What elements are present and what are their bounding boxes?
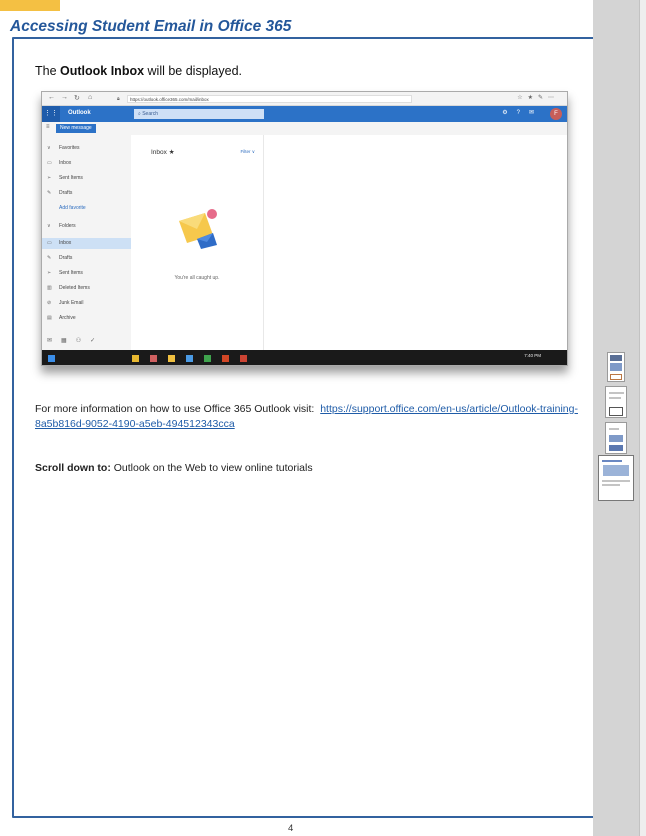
reading-pane [264,135,567,350]
windows-taskbar: 7:40 PM [42,350,567,365]
outlook-screenshot: ← → ↻ ⌂ 🔒︎ https://outlook.office365.com… [41,91,568,366]
scroll-instruction: Scroll down to: Outlook on the Web to vi… [35,462,313,474]
sidebar-add-favorite: Add favorite [59,205,86,211]
page-header: Accessing Student Email in Office 365 [10,18,292,35]
page-thumbnail-2[interactable] [605,386,627,418]
sidebar-folder-deleted: ▥ Deleted Items [42,283,131,294]
sidebar-folder-archive: ▤ Archive [42,313,131,324]
taskbar-app-icon [150,355,157,362]
sidebar-folder-sent: ➢ Sent Items [42,268,131,279]
sidebar-drafts: ✎ Drafts [42,188,131,199]
taskbar-app-icon [222,355,229,362]
section-tab [0,0,60,11]
outlook-brand: Outlook [68,110,91,116]
block-icon: ⊘ [47,300,52,306]
header-icons: ⚙?✉ [502,110,543,116]
search-placeholder: Search [142,111,159,117]
url-field: https://outlook.office365.com/mail/inbox [127,95,412,103]
outlook-header-bar: ⋮⋮ Outlook ⌕ Search ⚙?✉ F [42,106,567,122]
pencil-icon: ✎ [47,255,52,261]
page-number: 4 [288,823,294,834]
taskbar-app-icon [132,355,139,362]
inbox-icon: ▭ [47,240,52,246]
lead-post: will be displayed. [144,64,243,78]
message-list: Inbox ★ Filter ∨ You're all caught up. [131,135,264,350]
page-thumbnail-1[interactable] [607,352,625,382]
taskbar-clock: 7:40 PM [524,353,541,358]
inbox-icon: ▭ [47,160,52,166]
lock-icon: 🔒︎ [117,96,120,102]
sidebar-folder-inbox: ▭ Inbox [42,238,131,249]
windows-start-icon [48,355,55,362]
search-box: ⌕ Search [134,109,264,119]
scroll-text: Outlook on the Web to view online tutori… [110,462,313,474]
trash-icon: ▥ [47,285,52,291]
info-paragraph: For more information on how to use Offic… [35,402,590,432]
lead-pre: The [35,64,61,78]
app-launcher-icon: ⋮⋮ [42,106,60,122]
empty-state-message: You're all caught up. [174,275,220,281]
send-icon: ➢ [47,175,52,181]
archive-icon: ▤ [47,315,52,321]
page-thumbnail-4-current[interactable] [598,455,634,501]
caught-up-illustration [179,209,217,249]
sidebar-folder-junk: ⊘ Junk Email [42,298,131,309]
sidebar-sent-items: ➢ Sent Items [42,173,131,184]
forward-icon: → [61,94,68,101]
sidebar-folders: ∨ Folders [42,221,131,232]
thumbnail-pane [593,0,639,836]
sidebar-folder-drafts: ✎ Drafts [42,253,131,264]
avatar: F [550,108,562,120]
send-icon: ➢ [47,270,52,276]
chevron-icon: ∨ [47,223,51,229]
lead-sentence: The Outlook Inbox will be displayed. [35,64,242,78]
browser-toolbar-icons: ☆★✎⋯ [517,95,559,101]
chevron-icon: ∨ [47,145,51,151]
folder-pane: ∨ Favorites ▭ Inbox ➢ Sent Items ✎ Drafts Ad… [42,135,131,350]
page-thumbnail-3[interactable] [605,422,627,454]
refresh-icon: ↻ [74,95,80,102]
inbox-heading: Inbox ★ [151,149,175,156]
taskbar-app-icon [204,355,211,362]
taskbar-app-icon [240,355,247,362]
module-switcher-icons: ✉▦⚇✓ [47,338,105,344]
hamburger-icon: ≡ [46,124,50,130]
sidebar-favorites: ∨ Favorites [42,143,131,154]
home-icon: ⌂ [88,94,93,101]
filter-label: Filter ∨ [240,149,255,154]
document-page: Accessing Student Email in Office 365 Th… [0,0,601,836]
info-text: For more information on how to use Offic… [35,403,315,415]
taskbar-app-icon [186,355,193,362]
back-icon: ← [48,94,55,101]
window-scrollbar[interactable] [639,0,646,836]
sidebar-inbox: ▭ Inbox [42,158,131,169]
new-message-button: New message [56,124,96,133]
pencil-icon: ✎ [47,190,52,196]
taskbar-app-icon [168,355,175,362]
browser-address-bar: ← → ↻ ⌂ 🔒︎ https://outlook.office365.com… [42,92,567,106]
command-bar: ≡ New message [42,122,567,135]
scroll-bold: Scroll down to: [35,462,111,474]
lead-bold: Outlook Inbox [60,64,145,78]
